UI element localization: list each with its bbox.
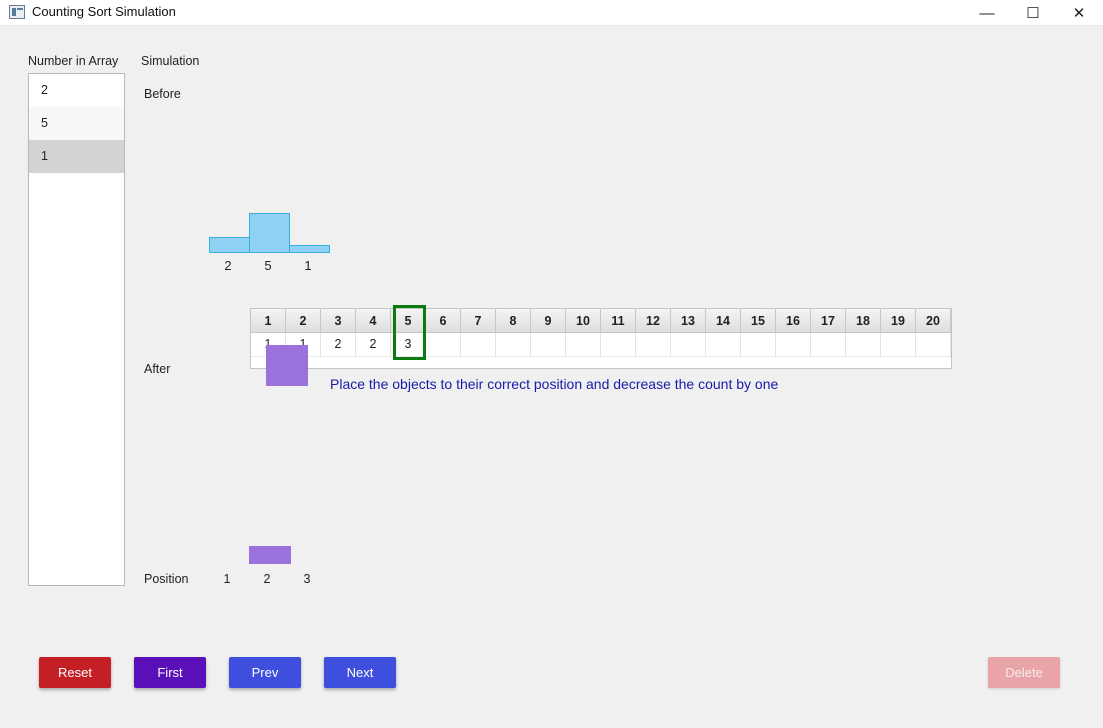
moving-object [266,345,308,386]
table-header-cell: 4 [356,309,391,333]
before-bar-label: 1 [304,258,312,273]
table-count-cell: 2 [356,333,391,356]
table-count-cell [461,333,496,356]
table-header-cell: 7 [461,309,496,333]
before-bar-label: 5 [264,258,272,273]
position-number: 3 [303,572,311,586]
delete-button[interactable]: Delete [988,657,1060,688]
table-header-cell: 10 [566,309,601,333]
table-header-cell: 20 [916,309,951,333]
table-header-cell: 3 [321,309,356,333]
table-count-cell [916,333,951,356]
table-count-cell [811,333,846,356]
before-bar [289,245,330,253]
placed-object [249,546,291,564]
table-header-cell: 12 [636,309,671,333]
simulation-label: Simulation [141,54,200,68]
table-empty-row [251,356,951,368]
table-header-cell: 6 [426,309,461,333]
table-count-cell: 2 [321,333,356,356]
table-count-cell [566,333,601,356]
before-bar-label: 2 [224,258,232,273]
close-button[interactable]: ✕ [1056,0,1102,26]
next-button[interactable]: Next [324,657,396,688]
table-count-cell [531,333,566,356]
table-header-cell: 1 [251,309,286,333]
table-count-cell [741,333,776,356]
table-count-cell [426,333,461,356]
count-table: 1 1 2 1 3 2 4 2 5 3 6 7 8 9 10 11 12 13 14 15 16 17 18 19 20 [250,308,952,369]
number-in-array-label: Number in Array [28,54,119,68]
table-header-cell: 8 [496,309,531,333]
list-item[interactable]: 1 [29,140,124,173]
table-header-cell: 14 [706,309,741,333]
position-number: 2 [263,572,271,586]
reset-button[interactable]: Reset [39,657,111,688]
table-header-cell: 19 [881,309,916,333]
table-count-cell [706,333,741,356]
position-number: 1 [223,572,231,586]
before-label: Before [144,87,181,101]
before-bar [249,213,290,253]
current-column-highlight [393,305,426,360]
table-count-cell [881,333,916,356]
table-header-cell: 11 [601,309,636,333]
app-icon [9,5,25,19]
list-item[interactable]: 5 [29,107,124,140]
list-item[interactable]: 2 [29,74,124,107]
after-label: After [144,362,171,376]
table-count-cell [601,333,636,356]
title-bar: Counting Sort Simulation — ☐ ✕ [0,0,1103,26]
minimize-button[interactable]: — [964,0,1010,26]
table-header-cell: 15 [741,309,776,333]
maximize-button[interactable]: ☐ [1010,0,1056,26]
table-header-cell: 16 [776,309,811,333]
table-header-cell: 2 [286,309,321,333]
before-bar [209,237,250,253]
table-count-cell [776,333,811,356]
table-header-cell: 17 [811,309,846,333]
number-list[interactable]: 251 [28,73,125,586]
position-label: Position [144,572,189,586]
first-button[interactable]: First [134,657,206,688]
prev-button[interactable]: Prev [229,657,301,688]
window-title: Counting Sort Simulation [32,4,176,19]
table-count-cell [671,333,706,356]
table-header-cell: 9 [531,309,566,333]
table-count-cell [846,333,881,356]
table-header-cell: 18 [846,309,881,333]
instruction-message: Place the objects to their correct posit… [330,376,779,392]
table-count-cell [496,333,531,356]
table-count-cell [636,333,671,356]
table-header-cell: 13 [671,309,706,333]
